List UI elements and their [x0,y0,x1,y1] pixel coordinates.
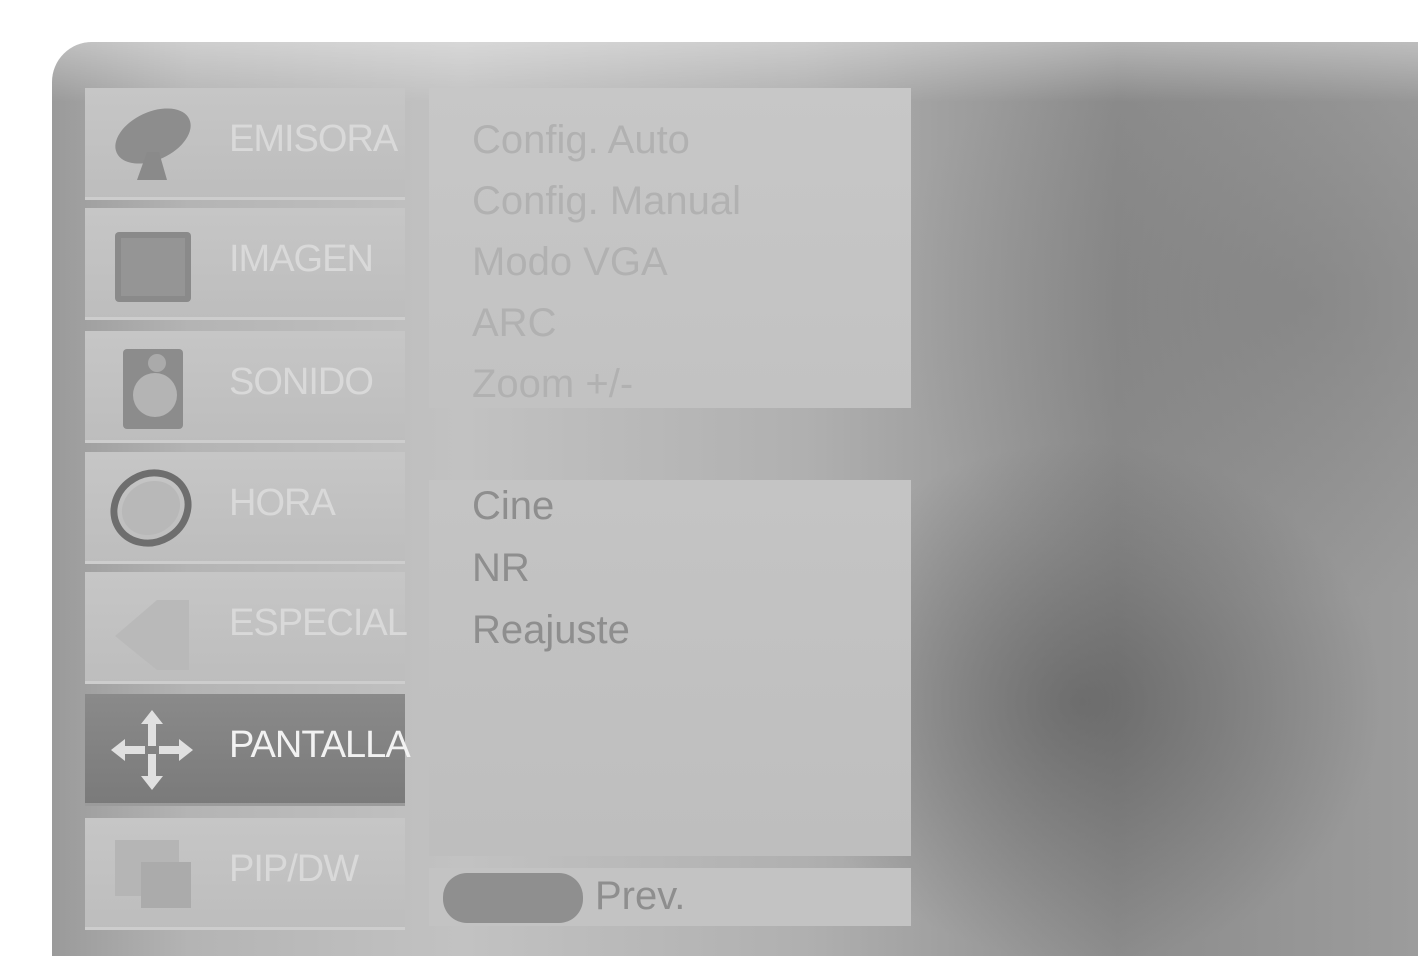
menu-item-label: PANTALLA [229,724,411,766]
menu-item-emisora[interactable]: EMISORA [85,88,405,200]
option-config-auto[interactable]: Config. Auto [472,118,690,163]
menu-item-pantalla[interactable]: PANTALLA [85,694,411,806]
prev-label: Prev. [595,874,686,918]
blue-button-icon [443,873,583,923]
option-nr[interactable]: NR [472,546,530,591]
satellite-dish-icon [115,108,191,180]
menu-item-label: EMISORA [229,118,398,160]
submenu-bottom-panel: Cine NR Reajuste [429,480,911,856]
menu-item-label: HORA [229,482,336,524]
option-cine[interactable]: Cine [472,484,554,529]
option-modo-vga[interactable]: Modo VGA [472,240,668,285]
menu-item-label: PIP/DW [229,848,359,890]
picture-icon [115,232,191,302]
speaker-icon [123,349,183,429]
pip-icon [115,840,191,908]
footer-hint-bar: Prev. [429,868,911,926]
option-reajuste[interactable]: Reajuste [472,608,630,653]
special-icon [115,600,189,670]
clock-icon [110,469,192,547]
screen-move-icon [111,710,193,790]
menu-item-imagen[interactable]: IMAGEN [85,208,405,320]
submenu-top-panel: Config. Auto Config. Manual Modo VGA ARC… [429,88,911,408]
menu-item-pip[interactable]: PIP/DW [85,818,405,930]
menu-item-hora[interactable]: HORA [85,452,405,564]
option-arc[interactable]: ARC [472,301,556,346]
menu-item-especial[interactable]: ESPECIAL [85,572,408,684]
option-config-manual[interactable]: Config. Manual [472,179,741,224]
menu-item-sonido[interactable]: SONIDO [85,331,405,443]
menu-item-label: SONIDO [229,361,374,403]
menu-item-label: ESPECIAL [229,602,408,644]
osd-menu-window: EMISORA IMAGEN SONIDO HORA ESPECIAL PANT… [52,42,1418,956]
menu-item-label: IMAGEN [229,238,374,280]
option-zoom[interactable]: Zoom +/- [472,362,633,407]
